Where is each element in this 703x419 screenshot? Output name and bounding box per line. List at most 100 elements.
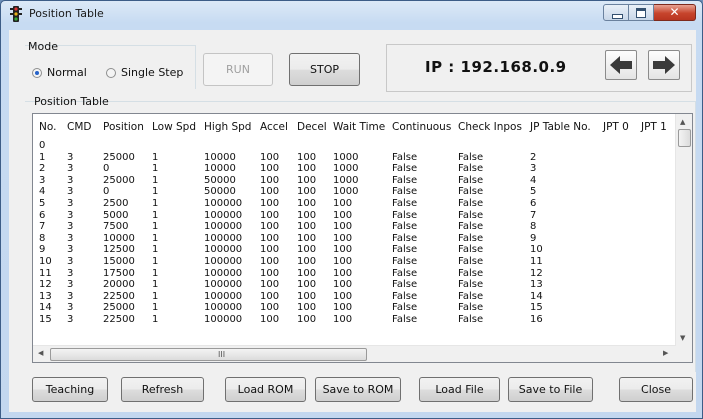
table-cell[interactable]: 12500 [103,244,135,256]
table-cell[interactable]: False [392,302,417,314]
table-cell[interactable]: 100 [297,279,316,291]
table-cell[interactable]: False [458,279,483,291]
table-cell[interactable]: 8 [530,221,536,233]
table-cell[interactable]: False [458,175,483,187]
column-header[interactable]: Accel [260,121,288,133]
table-cell[interactable]: 17500 [103,268,135,280]
table-cell[interactable]: 100 [297,256,316,268]
column-header[interactable]: JP Table No. [530,121,591,133]
table-cell[interactable]: 100 [260,175,279,187]
table-cell[interactable]: 5 [39,198,45,210]
table-row[interactable]: 7 3 7500 1 100000 100 100 100 False False 8 [33,221,673,233]
radio-normal-indicator[interactable] [32,67,42,78]
table-cell[interactable]: 1 [152,233,158,245]
refresh-button[interactable]: Refresh [121,377,204,402]
table-cell[interactable]: 13 [39,291,52,303]
table-cell[interactable]: 100 [260,279,279,291]
radio-single-step-indicator[interactable] [106,67,116,78]
table-cell[interactable]: 1 [152,291,158,303]
table-cell[interactable]: 100 [333,268,352,280]
table-cell[interactable]: 4 [39,186,45,198]
save-to-rom-button[interactable]: Save to ROM [315,377,401,402]
table-row[interactable]: 12 3 20000 1 100000 100 100 100 False False 13 [33,279,673,291]
table-cell[interactable]: 100 [297,198,316,210]
table-cell[interactable]: False [458,268,483,280]
table-cell[interactable]: 4 [530,175,536,187]
teaching-button[interactable]: Teaching [32,377,108,402]
table-cell[interactable]: 5 [530,186,536,198]
table-cell[interactable]: 100 [333,233,352,245]
table-cell[interactable]: 16 [530,314,543,326]
table-cell[interactable]: 50000 [204,186,236,198]
table-cell[interactable]: 25000 [103,175,135,187]
table-cell[interactable]: 1 [152,256,158,268]
table-cell[interactable]: 100000 [204,244,242,256]
table-row[interactable]: 14 3 25000 1 100000 100 100 100 False False 15 [33,302,673,314]
column-header[interactable]: High Spd [204,121,251,133]
table-cell[interactable]: 9 [530,233,536,245]
table-cell[interactable]: 100 [297,210,316,222]
table-cell[interactable]: 100 [260,268,279,280]
table-cell[interactable]: 100 [260,291,279,303]
table-cell[interactable]: 0 [103,163,109,175]
table-cell[interactable]: 3 [67,210,73,222]
table-cell[interactable]: 100 [333,198,352,210]
minimize-button[interactable] [603,4,629,21]
load-rom-button[interactable]: Load ROM [225,377,306,402]
table-cell[interactable]: 7 [530,210,536,222]
column-header[interactable]: JPT 0 [603,121,629,133]
table-cell[interactable]: 2 [39,163,45,175]
horizontal-scroll-thumb[interactable]: III [50,348,367,361]
run-button[interactable]: RUN [203,53,273,86]
table-cell[interactable]: 3 [67,175,73,187]
table-cell[interactable]: False [458,152,483,164]
table-cell[interactable]: 100 [297,291,316,303]
table-cell[interactable]: 8 [39,233,45,245]
table-cell[interactable]: 100 [260,210,279,222]
table-cell[interactable]: 100 [333,314,352,326]
table-cell[interactable]: False [458,291,483,303]
table-cell[interactable]: False [392,256,417,268]
table-cell[interactable]: False [392,210,417,222]
table-cell[interactable]: 100 [297,268,316,280]
table-cell[interactable]: 0 [39,140,45,152]
table-cell[interactable]: 1 [152,279,158,291]
table-cell[interactable]: 3 [67,314,73,326]
prev-button[interactable] [605,50,637,80]
table-cell[interactable]: 100000 [204,302,242,314]
table-cell[interactable]: 100000 [204,210,242,222]
table-cell[interactable]: 3 [67,198,73,210]
scroll-up-icon[interactable]: ▲ [680,118,685,126]
table-cell[interactable]: 1000 [333,186,358,198]
table-cell[interactable]: 10000 [204,152,236,164]
table-cell[interactable]: False [458,314,483,326]
table-cell[interactable]: 15 [530,302,543,314]
table-cell[interactable]: 100 [297,314,316,326]
table-cell[interactable]: 100000 [204,314,242,326]
table-row[interactable]: 9 3 12500 1 100000 100 100 100 False False 10 [33,244,673,256]
table-cell[interactable]: 3 [67,256,73,268]
table-row[interactable]: 11 3 17500 1 100000 100 100 100 False False 12 [33,268,673,280]
table-cell[interactable]: 25000 [103,152,135,164]
table-cell[interactable]: False [458,210,483,222]
table-cell[interactable]: 12 [530,268,543,280]
table-row[interactable]: 5 3 2500 1 100000 100 100 100 False False 6 [33,198,673,210]
table-cell[interactable]: 100 [297,233,316,245]
column-header[interactable]: Continuous [392,121,451,133]
table-cell[interactable]: 3 [67,268,73,280]
table-cell[interactable]: False [458,221,483,233]
table-cell[interactable]: 100 [297,163,316,175]
table-cell[interactable]: False [392,244,417,256]
column-header[interactable]: CMD [67,121,91,133]
table-cell[interactable]: 1 [152,221,158,233]
table-cell[interactable]: 100 [260,198,279,210]
table-cell[interactable]: 100000 [204,279,242,291]
table-cell[interactable]: False [458,302,483,314]
table-row[interactable]: 4 3 0 1 50000 100 100 1000 False False 5 [33,186,673,198]
radio-single-step[interactable]: Single Step [106,66,183,79]
table-cell[interactable]: False [458,186,483,198]
table-cell[interactable]: 100 [333,210,352,222]
table-cell[interactable]: 1 [152,163,158,175]
table-cell[interactable]: False [458,163,483,175]
close-button[interactable]: Close [619,377,693,402]
